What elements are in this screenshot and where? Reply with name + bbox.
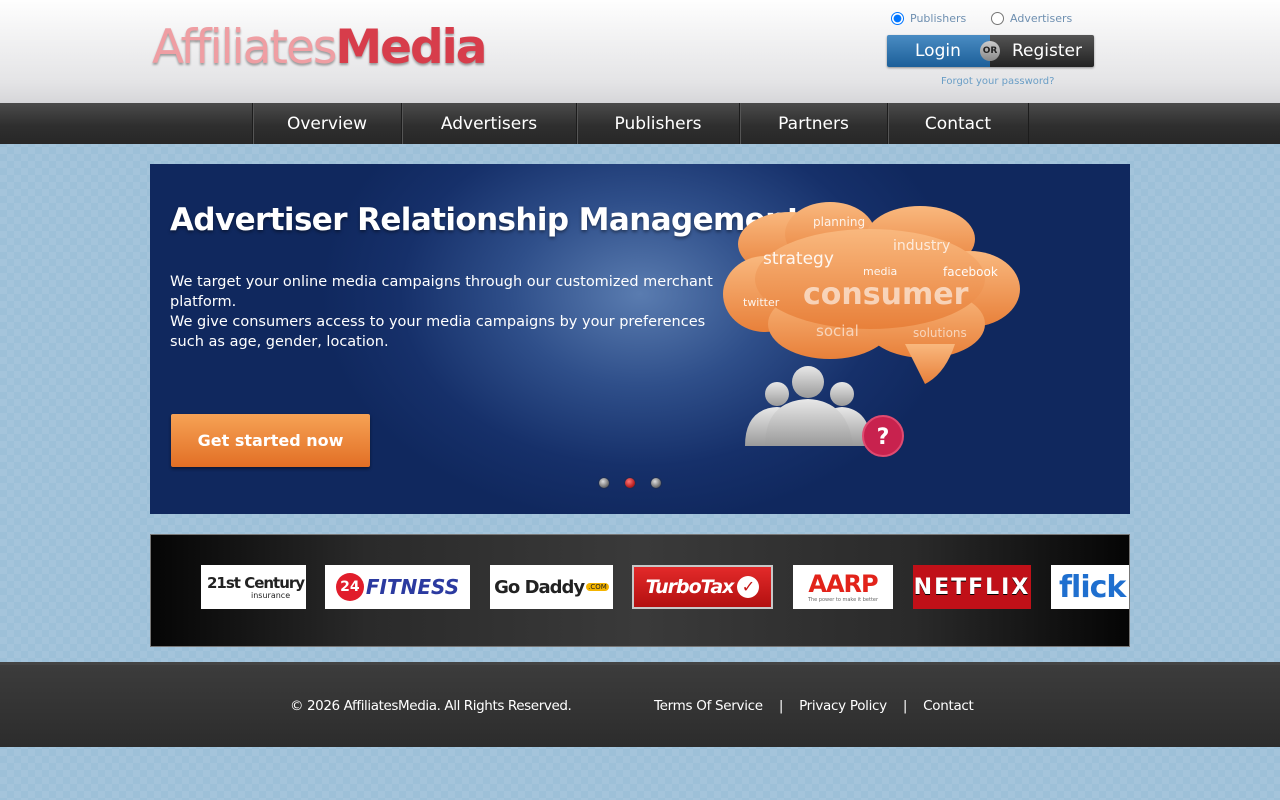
login-button[interactable]: Login [887, 35, 990, 67]
go-daddy-dotcom: .COM [586, 583, 609, 591]
partner-logo-turbotax[interactable]: TurboTax ✓ [632, 565, 773, 609]
hero-paragraph-1: We target your online media campaigns th… [170, 274, 713, 310]
auth-bar: Login Register OR [887, 35, 1094, 67]
partner-logo-aarp[interactable]: AARP The power to make it better [793, 565, 893, 609]
hero-slider: Advertiser Relationship Management We ta… [150, 164, 1130, 514]
24-badge-icon: 24 [335, 573, 364, 601]
partner-logo-21st-century[interactable]: 21st Century insurance [201, 565, 306, 609]
register-button[interactable]: Register [990, 35, 1094, 67]
consumer-cloud-illustration: planning strategy industry media faceboo… [723, 202, 1020, 457]
partner-logos-strip: 21st Century insurance 24 FITNESS Go Dad… [150, 534, 1130, 647]
people-silhouettes [745, 366, 872, 446]
partner-logo-flickr[interactable]: flick [1051, 565, 1129, 609]
question-badge: ? [862, 415, 904, 457]
aarp-tagline: The power to make it better [807, 596, 879, 603]
slide-dot-2[interactable] [625, 478, 635, 488]
21st-century-text: 21st Century [207, 573, 305, 592]
footer-link-privacy[interactable]: Privacy Policy [799, 698, 887, 714]
forgot-password-link[interactable]: Forgot your password? [941, 76, 1054, 87]
21st-century-subtext: insurance [251, 590, 291, 600]
footer-separator: | [902, 698, 908, 714]
slide-dot-1[interactable] [599, 478, 609, 488]
question-mark-icon: ? [877, 425, 890, 450]
or-badge: OR [980, 41, 1000, 61]
flickr-text: flick [1059, 569, 1126, 605]
partner-logo-go-daddy[interactable]: Go Daddy .COM [490, 565, 613, 609]
partner-logo-netflix[interactable]: NETFLIX [913, 565, 1031, 609]
slide-dot-3[interactable] [651, 478, 661, 488]
cloud-word-social: social [816, 322, 859, 340]
nav-item-overview[interactable]: Overview [252, 103, 401, 144]
get-started-button[interactable]: Get started now [171, 414, 370, 467]
partner-logo-24-hour-fitness[interactable]: 24 FITNESS [325, 565, 470, 609]
cloud-word-industry: industry [893, 238, 950, 254]
advertisers-radio-label: Advertisers [1010, 12, 1073, 25]
turbotax-text: TurboTax [645, 576, 735, 598]
aarp-text: AARP [808, 569, 878, 598]
cloud-word-strategy: strategy [763, 249, 834, 269]
cloud-word-planning: planning [813, 215, 865, 229]
cloud-word-consumer: consumer [803, 277, 969, 312]
publishers-radio-label: Publishers [910, 12, 967, 25]
hero-title: Advertiser Relationship Management [170, 202, 801, 238]
site-header: AffiliatesMedia Publishers Advertisers L… [0, 0, 1280, 103]
logo-text-media: Media [335, 20, 487, 75]
publishers-radio[interactable] [891, 12, 904, 25]
checkmark-icon: ✓ [737, 576, 760, 598]
fitness-text: FITNESS [365, 575, 460, 599]
nav-item-publishers[interactable]: Publishers [576, 103, 739, 144]
nav-item-contact[interactable]: Contact [887, 103, 1029, 144]
footer-links: Terms Of Service | Privacy Policy | Cont… [654, 698, 974, 714]
cloud-word-solutions: solutions [913, 326, 967, 340]
site-logo[interactable]: AffiliatesMedia [152, 18, 488, 78]
account-type-publishers[interactable]: Publishers [891, 12, 966, 25]
site-footer: © 2026 AffiliatesMedia. All Rights Reser… [0, 662, 1280, 747]
footer-link-terms[interactable]: Terms Of Service [654, 698, 763, 714]
account-type-advertisers[interactable]: Advertisers [991, 12, 1072, 25]
hero-paragraph-2: We give consumers access to your media c… [170, 314, 706, 350]
footer-separator: | [778, 698, 784, 714]
nav-item-advertisers[interactable]: Advertisers [401, 103, 576, 144]
logo-text-affiliates: Affiliates [152, 20, 337, 75]
nav-item-partners[interactable]: Partners [739, 103, 887, 144]
copyright-text: © 2026 AffiliatesMedia. All Rights Reser… [290, 698, 572, 714]
advertisers-radio[interactable] [991, 12, 1004, 25]
cloud-word-twitter: twitter [743, 296, 780, 309]
main-nav: Overview Advertisers Publishers Partners… [0, 103, 1280, 144]
go-daddy-text: Go Daddy [494, 576, 585, 598]
footer-link-contact[interactable]: Contact [923, 698, 974, 714]
netflix-text: NETFLIX [913, 574, 1031, 600]
